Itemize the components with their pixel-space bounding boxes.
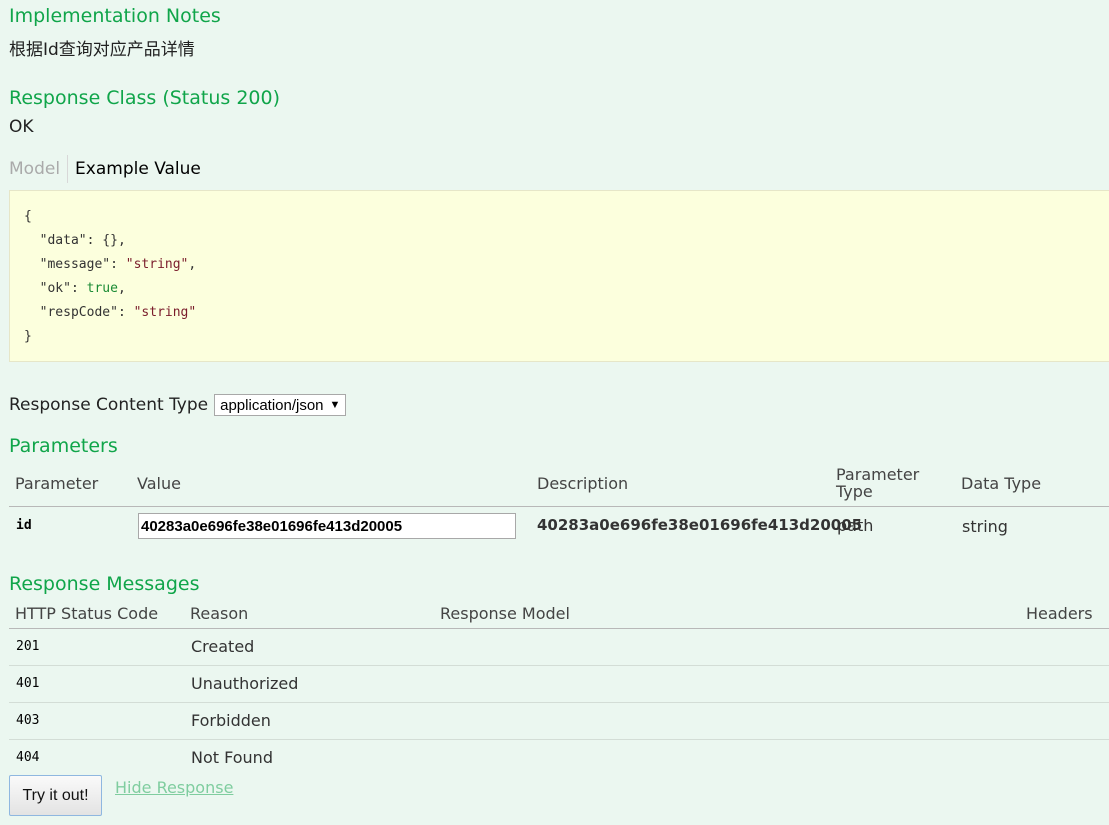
status-code: 404 bbox=[16, 750, 40, 765]
response-messages-heading: Response Messages bbox=[9, 573, 200, 595]
json-row: "ok": true, bbox=[39, 281, 126, 296]
row-divider bbox=[9, 702, 1109, 703]
status-reason: Forbidden bbox=[191, 711, 271, 730]
hide-response-link[interactable]: Hide Response bbox=[115, 778, 233, 797]
model-tabs: Model Example Value bbox=[9, 155, 201, 183]
param-header-value: Value bbox=[137, 474, 181, 493]
param-header-parameter-type: Parameter Type bbox=[836, 465, 920, 501]
tab-model[interactable]: Model bbox=[9, 155, 69, 183]
resp-header-response-model: Response Model bbox=[440, 604, 570, 623]
param-name: id bbox=[16, 518, 32, 533]
param-header-data-type: Data Type bbox=[961, 474, 1042, 493]
tab-example-value[interactable]: Example Value bbox=[68, 155, 201, 183]
param-id-input[interactable] bbox=[138, 513, 516, 539]
json-row: "respCode": "string" bbox=[39, 305, 197, 320]
json-row: "data": {}, bbox=[39, 233, 126, 248]
try-it-out-button[interactable]: Try it out! bbox=[9, 775, 102, 816]
param-description: 40283a0e696fe38e01696fe413d20005 bbox=[537, 516, 863, 534]
param-data-type: string bbox=[962, 517, 1008, 536]
param-header-description: Description bbox=[537, 474, 629, 493]
response-class-text: OK bbox=[9, 117, 34, 137]
param-type: path bbox=[837, 516, 874, 535]
status-reason: Created bbox=[191, 637, 255, 656]
response-class-heading: Response Class (Status 200) bbox=[9, 87, 280, 109]
content-type-selected: application/json bbox=[220, 396, 324, 414]
implementation-notes-heading: Implementation Notes bbox=[9, 5, 221, 27]
status-reason: Unauthorized bbox=[191, 674, 299, 693]
status-reason: Not Found bbox=[191, 748, 273, 767]
resp-header-status-code: HTTP Status Code bbox=[15, 604, 159, 623]
caret-down-icon: ▼ bbox=[329, 399, 341, 411]
row-divider bbox=[9, 739, 1109, 740]
content-type-select[interactable]: application/json ▼ bbox=[214, 394, 347, 416]
implementation-notes-text: 根据Id查询对应产品详情 bbox=[9, 40, 195, 60]
resp-header-headers: Headers bbox=[1026, 604, 1093, 623]
json-row: "message": "string", bbox=[39, 257, 197, 272]
status-code: 401 bbox=[16, 676, 40, 691]
response-content-type: Response Content Type application/json ▼ bbox=[9, 394, 347, 416]
param-header-parameter: Parameter bbox=[15, 474, 99, 493]
param-header-rule bbox=[9, 506, 1109, 507]
resp-header-rule bbox=[9, 628, 1109, 629]
status-code: 403 bbox=[16, 713, 40, 728]
example-value-snippet[interactable]: { "data": {}, "message": "string", "ok":… bbox=[9, 190, 1109, 362]
row-divider bbox=[9, 665, 1109, 666]
json-open-brace: { bbox=[24, 209, 32, 224]
parameters-heading: Parameters bbox=[9, 435, 118, 457]
json-close-brace: } bbox=[24, 329, 32, 344]
content-type-label: Response Content Type bbox=[9, 395, 209, 415]
resp-header-reason: Reason bbox=[190, 604, 249, 623]
status-code: 201 bbox=[16, 639, 40, 654]
